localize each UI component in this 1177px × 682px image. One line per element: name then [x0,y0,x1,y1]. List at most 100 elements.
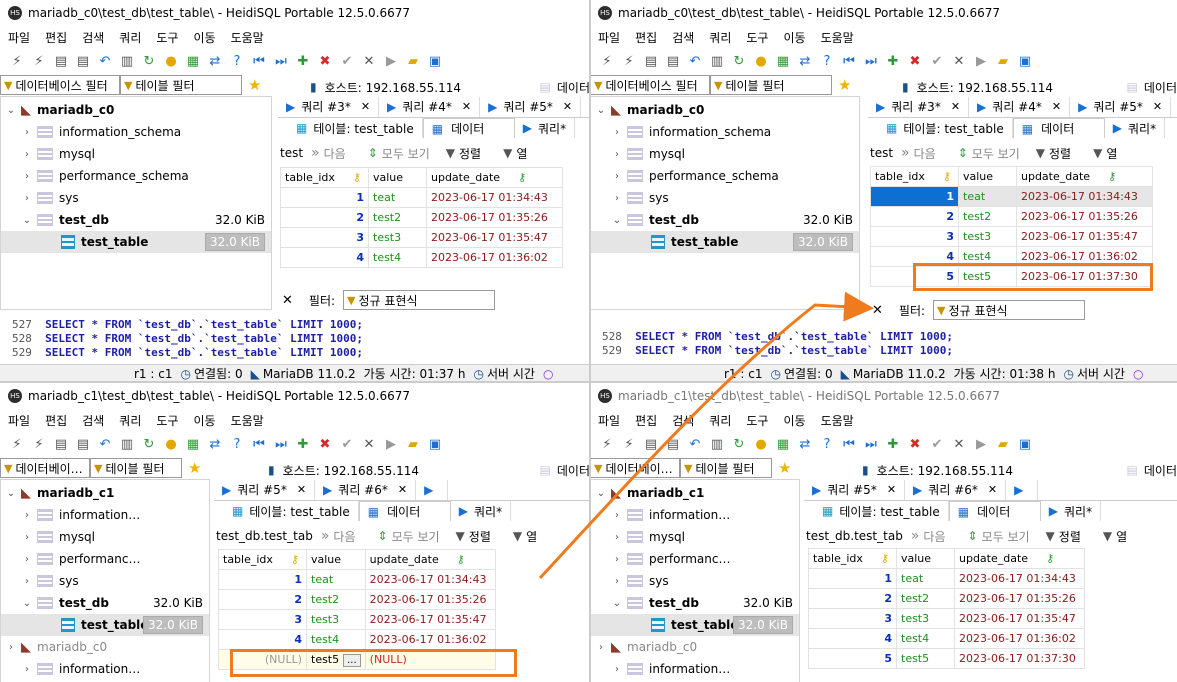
post-icon[interactable]: ✔ [928,435,946,453]
menu-item[interactable]: 이동 [193,412,215,429]
help-icon[interactable]: ? [818,52,836,70]
tree-node-database[interactable]: › sys [1,187,271,209]
table-filter-input[interactable]: ▼ 테이블 필터 [680,458,772,478]
cell-table-idx[interactable]: (NULL) [218,649,307,670]
copy-icon[interactable]: ▤ [642,435,660,453]
column-header[interactable]: value [896,548,955,569]
cell-table-idx[interactable]: 4 [870,246,959,267]
add-record-icon[interactable]: ✚ [294,52,312,70]
print-icon[interactable]: ▥ [118,52,136,70]
table-row[interactable]: 2 test2 2023-06-17 01:35:26 [808,588,1085,609]
database-filter-input[interactable]: ▼ 데이터베이스 필터 [590,75,710,95]
column-header[interactable]: update_date ⚷ [426,167,563,188]
tab-query[interactable]: ▶ 쿼리* [451,501,512,521]
tree-node-database[interactable]: › performance_schema [591,165,859,187]
refresh-icon[interactable]: ↻ [140,435,158,453]
undo-icon[interactable]: ↶ [96,435,114,453]
menu-item[interactable]: 편집 [45,29,67,46]
cell-table-idx[interactable]: 2 [870,206,959,227]
tree-node-database[interactable]: › sys [1,570,209,592]
compare-icon[interactable]: ⇄ [206,435,224,453]
help-icon[interactable]: ? [228,435,246,453]
cell-table-idx[interactable]: 4 [218,629,307,650]
user-icon[interactable]: ● [162,52,180,70]
table-filter-input[interactable]: ▼ 테이블 필터 [710,75,832,95]
regex-filter-input[interactable]: ▼ 정규 표현식 [343,290,496,310]
tab-data[interactable]: ▦ 데이터 [948,501,1041,521]
table-row[interactable]: 2 test2 2023-06-17 01:35:26 [218,589,496,610]
close-icon[interactable]: ✕ [398,483,407,496]
cell-update-date[interactable]: 2023-06-17 01:35:26 [1016,206,1153,227]
delete-record-icon[interactable]: ✖ [906,52,924,70]
cell-update-date[interactable]: 2023-06-17 01:35:47 [1016,226,1153,247]
run-icon[interactable]: ▶ [382,435,400,453]
cell-table-idx[interactable]: 3 [808,608,897,629]
cancel-icon[interactable]: ✕ [950,435,968,453]
table-row[interactable]: 3 test3 2023-06-17 01:35:47 [280,227,563,248]
print-icon[interactable]: ▥ [708,52,726,70]
menu-item[interactable]: 쿼리 [709,412,731,429]
tree-node-database[interactable]: › information… [591,504,799,526]
close-icon[interactable]: ✕ [1052,100,1061,113]
menu-item[interactable]: 편집 [45,412,67,429]
query-tab-overflow[interactable]: ▶ [416,479,449,500]
cell-value[interactable]: teat [306,569,366,590]
user-icon[interactable]: ● [752,52,770,70]
database-filter-input[interactable]: ▼ 데이터베이… [590,458,680,478]
tree-node-table[interactable]: test_table 32.0 KiB [1,614,209,636]
connect-plug-icon[interactable]: ⚡ [598,52,616,70]
show-all-button[interactable]: 모두 보기 [382,145,430,162]
menu-item[interactable]: 도움말 [231,412,264,429]
add-record-icon[interactable]: ✚ [884,52,902,70]
tree-node-table[interactable]: test_table 32.0 KiB [591,231,859,253]
column-header[interactable]: table_idx ⚷ [808,548,897,569]
tab-data[interactable]: ▦ 데이터 [422,118,515,138]
first-record-icon[interactable]: ⏮ [250,435,268,453]
tree-node-database[interactable]: › performanc… [591,548,799,570]
cancel-icon[interactable]: ✕ [360,52,378,70]
host-tab[interactable]: 호스트: 192.168.55.114 [917,79,1053,96]
menu-item[interactable]: 파일 [598,412,620,429]
menu-item[interactable]: 쿼리 [119,412,141,429]
next-button[interactable]: 다음 [923,528,945,545]
menu-item[interactable]: 파일 [8,29,30,46]
tree-node-database[interactable]: › information… [591,658,799,680]
tab-table-editor[interactable]: ▦ 테이블: test_table [288,118,423,138]
cell-value-editor[interactable]: test5... [306,649,366,670]
menu-item[interactable]: 파일 [8,412,30,429]
columns-button[interactable]: 열 [1116,528,1127,545]
column-header[interactable]: value [306,549,366,570]
first-record-icon[interactable]: ⏮ [250,52,268,70]
last-record-icon[interactable]: ⏭ [862,52,880,70]
cell-table-idx[interactable]: 2 [218,589,307,610]
show-all-button[interactable]: 모두 보기 [972,145,1020,162]
paste-icon[interactable]: ▤ [664,435,682,453]
add-record-icon[interactable]: ✚ [884,435,902,453]
tab-data[interactable]: ▦ 데이터 [358,501,451,521]
export-icon[interactable]: ▦ [184,52,202,70]
column-header[interactable]: table_idx ⚷ [280,167,369,188]
tree-node-table[interactable]: test_table 32.0 KiB [591,614,799,636]
cell-table-idx[interactable]: 4 [280,247,369,268]
table-row[interactable]: 3 test3 2023-06-17 01:35:47 [808,608,1085,629]
cell-update-date[interactable]: 2023-06-17 01:34:43 [1016,186,1153,207]
table-row[interactable]: 3 test3 2023-06-17 01:35:47 [870,226,1153,247]
cell-value[interactable]: test4 [958,246,1017,267]
sort-button[interactable]: 정렬 [1049,145,1071,162]
cell-update-date[interactable]: 2023-06-17 01:36:02 [954,628,1085,649]
column-header[interactable]: update_date ⚷ [1016,166,1153,187]
last-record-icon[interactable]: ⏭ [862,435,880,453]
table-row[interactable]: 1 teat 2023-06-17 01:34:43 [218,569,496,590]
run-icon[interactable]: ▶ [382,52,400,70]
cell-table-idx[interactable]: 4 [808,628,897,649]
cell-update-date[interactable]: 2023-06-17 01:36:02 [364,629,496,650]
compare-icon[interactable]: ⇄ [206,52,224,70]
cell-value[interactable]: test4 [896,628,955,649]
menu-item[interactable]: 도움말 [821,412,854,429]
tab-table-editor[interactable]: ▦ 테이블: test_table [814,501,949,521]
open-folder-icon[interactable]: ▰ [404,435,422,453]
export-icon[interactable]: ▦ [184,435,202,453]
cell-update-date[interactable]: 2023-06-17 01:35:26 [364,589,496,610]
cell-table-idx[interactable]: 1 [808,568,897,589]
post-icon[interactable]: ✔ [338,435,356,453]
